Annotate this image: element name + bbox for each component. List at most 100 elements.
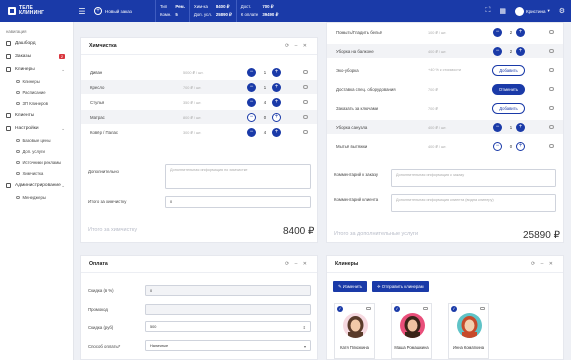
check-icon[interactable]: ✓	[394, 306, 400, 312]
panel-tools[interactable]: ⟳ – ✕	[285, 261, 309, 267]
minus-button[interactable]: −	[247, 127, 256, 137]
gear-icon[interactable]: ⚙	[559, 7, 565, 15]
plus-button[interactable]: +	[272, 97, 281, 107]
info-icon[interactable]	[549, 105, 554, 110]
plus-button[interactable]: +	[516, 122, 525, 132]
panel-tools[interactable]: ⟳ – ✕	[285, 43, 309, 49]
comment-client-textarea[interactable]: Дополнительная информация клиента (видна…	[391, 194, 556, 212]
logo-line-2: КЛИНИНГ	[19, 10, 45, 16]
comment-order-textarea[interactable]: Дополнительная информация к заказу	[391, 169, 556, 187]
new-order-button[interactable]: + Новый заказ	[94, 7, 132, 15]
cleaner-name: Маша Ромашкина	[394, 345, 429, 350]
plus-button[interactable]: +	[272, 82, 281, 92]
chem-row: Ковёр / Палас 300 ₽ / шт. − 4 +	[81, 125, 317, 139]
add-service-button[interactable]: Добавить	[492, 102, 525, 114]
plus-button[interactable]: +	[516, 141, 525, 151]
extra-item-qty: 0	[509, 143, 513, 149]
sidebar-subitem[interactable]: Источники рекламы	[0, 157, 73, 168]
extra-item-name: Уборка санузла	[336, 124, 368, 130]
plus-button[interactable]: +	[272, 127, 281, 137]
info-icon[interactable]	[303, 129, 308, 134]
plus-button[interactable]: +	[272, 67, 281, 77]
logo[interactable]: ТЕЛЕ КЛИНИНГ	[0, 0, 76, 22]
chem-item-qty: 0	[263, 114, 267, 120]
check-icon[interactable]: ✓	[337, 306, 343, 312]
cancel-service-button[interactable]: Отменить	[492, 83, 525, 95]
sidebar-item-clients[interactable]: Клиенты	[0, 109, 73, 122]
sidebar-subitem[interactable]: Менеджеры	[0, 192, 73, 203]
sidebar-item-settings[interactable]: Настройки ⌄	[0, 122, 73, 135]
chem-item-price: 5000 ₽ / шт.	[183, 70, 204, 75]
edit-cleaners-button[interactable]: ✎ Изменить	[333, 281, 368, 292]
fullscreen-icon[interactable]: ⛶	[485, 7, 490, 15]
promo-input[interactable]	[145, 304, 311, 315]
info-icon[interactable]	[303, 69, 308, 74]
sidebar-item-cleaners[interactable]: Клинеры ⌄	[0, 63, 73, 76]
user-menu[interactable]: Кристина ▾	[515, 6, 550, 16]
sidebar-item-orders[interactable]: Заказы 2	[0, 50, 73, 63]
discount-rub-input[interactable]: 500 ⇕	[145, 321, 311, 332]
plus-button[interactable]: +	[516, 46, 525, 56]
chem-extra-textarea[interactable]: Дополнительная информация по химчистке	[165, 164, 311, 189]
extra-item-name: Помыть/Гладить бельё	[336, 29, 383, 35]
check-icon[interactable]: ✓	[451, 306, 457, 312]
bullet-icon	[16, 171, 20, 176]
payment-method-value: Наличные	[150, 344, 169, 348]
menu-icon[interactable]: ☰	[76, 0, 88, 22]
summary-block: Дост. 700 ₽ К оплате 39490 ₽	[235, 0, 282, 22]
plus-button[interactable]: +	[516, 27, 525, 37]
minus-button[interactable]: −	[493, 27, 502, 37]
minus-button[interactable]: −	[493, 141, 502, 151]
discount-rub-value: 500	[150, 325, 157, 329]
panel-tools[interactable]: ⟳ – ✕	[531, 261, 555, 267]
cleaner-card[interactable]: ✓ Маша Ромашкина	[391, 303, 432, 359]
sidebar-item-dashboard[interactable]: Дашборд	[0, 37, 73, 50]
minus-button[interactable]: −	[247, 67, 256, 77]
sidebar-subitem[interactable]: Расписание	[0, 87, 73, 98]
sidebar-subitem[interactable]: Клинеры	[0, 76, 73, 87]
minus-button[interactable]: −	[247, 112, 256, 122]
cleaner-card[interactable]: ✓ Катя Плюхкина	[334, 303, 375, 359]
orders-icon	[6, 54, 11, 59]
info-icon[interactable]	[549, 143, 554, 148]
cleaner-card[interactable]: ✓ Инна Коматкина	[448, 303, 489, 359]
info-icon[interactable]	[303, 114, 308, 119]
sidebar-subitem[interactable]: Химчистка	[0, 168, 73, 179]
bullet-icon	[16, 101, 20, 106]
chem-item-price: 700 ₽ / шт.	[183, 85, 202, 90]
info-icon[interactable]	[549, 29, 554, 34]
cleaner-photo	[400, 313, 425, 338]
cleaner-name: Катя Плюхкина	[340, 345, 369, 350]
add-service-button[interactable]: Добавить	[492, 64, 525, 76]
extra-service-row: Доставка спец. оборудования 700 ₽ Отмени…	[327, 82, 563, 96]
info-icon[interactable]	[549, 86, 554, 91]
extra-service-row: Уборка санузла 400 ₽ / шт. − 1 +	[327, 120, 563, 134]
payment-method-select[interactable]: Наличные ▾	[145, 340, 311, 351]
info-icon[interactable]	[303, 99, 308, 104]
minus-button[interactable]: −	[247, 82, 256, 92]
minus-button[interactable]: −	[493, 46, 502, 56]
info-icon[interactable]	[549, 67, 554, 72]
car-icon	[480, 307, 485, 310]
extra-item-price: 700 ₽	[428, 106, 438, 111]
extra-item-price: 400 ₽ / шт.	[428, 125, 447, 130]
info-icon[interactable]	[549, 48, 554, 53]
apps-grid-icon[interactable]: ▦	[499, 7, 506, 15]
sidebar-item-label: Администрирование	[15, 183, 61, 188]
chevron-down-icon: ▾	[547, 8, 550, 13]
send-cleaners-button[interactable]: ✈ Отправить клинерам	[372, 281, 429, 292]
chem-total-input[interactable]: 0	[165, 196, 311, 208]
minus-button[interactable]: −	[247, 97, 256, 107]
sidebar-subitem[interactable]: ЗП Клинеров	[0, 98, 73, 109]
minus-button[interactable]: −	[493, 122, 502, 132]
discount-pct-input[interactable]: 0	[145, 285, 311, 296]
summary-value: 8400 ₽	[215, 4, 230, 9]
chevron-down-icon: ⌄	[61, 125, 65, 131]
info-icon[interactable]	[303, 84, 308, 89]
sidebar-item-admin[interactable]: Администрирование ⌄	[0, 179, 73, 192]
info-icon[interactable]	[549, 124, 554, 129]
plus-button[interactable]: +	[272, 112, 281, 122]
sidebar-subitem[interactable]: Базовые цены	[0, 135, 73, 146]
extra-item-name: Доставка спец. оборудования	[336, 86, 396, 92]
sidebar-subitem[interactable]: Доп. услуги	[0, 146, 73, 157]
